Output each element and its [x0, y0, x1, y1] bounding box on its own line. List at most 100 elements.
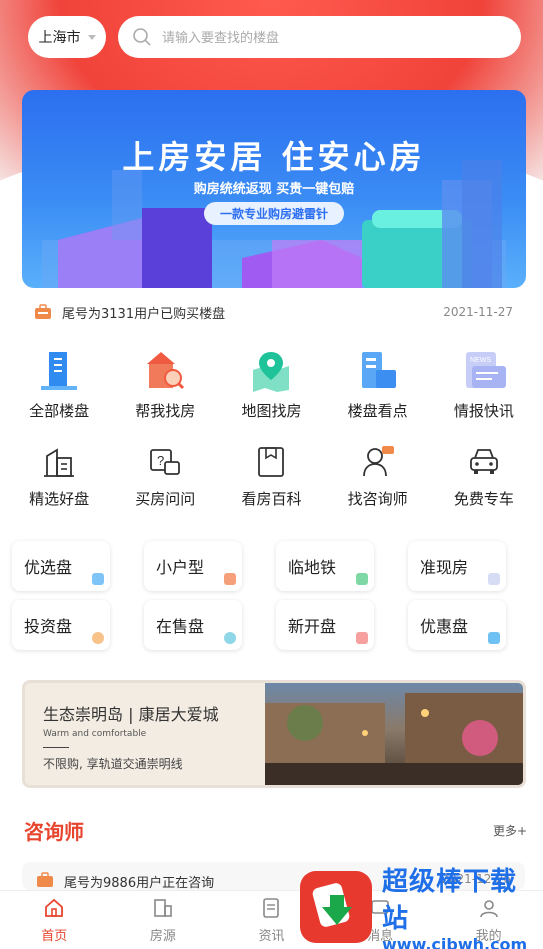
- car-icon: [469, 449, 498, 474]
- tag-label: 小户型: [156, 558, 205, 577]
- menu-label: 全部楼盘: [29, 402, 90, 420]
- menu-label: 买房问问: [135, 490, 196, 508]
- tag-label: 新开盘: [288, 617, 337, 636]
- menu-item-news[interactable]: NEWS 情报快讯: [434, 348, 534, 421]
- discount-house-icon: [488, 632, 500, 644]
- diamond-icon: [92, 573, 104, 585]
- tab-label: 资讯: [258, 928, 285, 944]
- news-icon: NEWS: [465, 352, 506, 388]
- city-selector[interactable]: 上海市: [28, 16, 106, 58]
- home-icon: [488, 573, 500, 585]
- consultant-icon: [362, 446, 394, 477]
- banner-pill: 一款专业购房避雷针: [203, 202, 345, 225]
- chart-icon: [224, 573, 236, 585]
- promo-banner[interactable]: 上房安居 住安心房 购房统统返现 买贵一键包赔 一款专业购房避雷针: [22, 90, 526, 288]
- menu-item-highlights[interactable]: 楼盘看点: [328, 348, 428, 421]
- section-title: 咨询师: [24, 820, 84, 844]
- selected-building-icon: [44, 448, 75, 477]
- map-pin-icon: [253, 352, 290, 392]
- tag-label: 优惠盘: [420, 617, 469, 636]
- menu-label: 精选好盘: [29, 490, 90, 508]
- document-icon: [263, 897, 280, 918]
- menu-item-free-car[interactable]: 免费专车: [434, 444, 534, 509]
- more-link[interactable]: 更多+: [493, 822, 527, 839]
- buildings-icon: [41, 352, 78, 390]
- tag-ready-house[interactable]: 准现房: [408, 541, 506, 591]
- menu-label: 免费专车: [453, 490, 514, 508]
- search-input[interactable]: [162, 29, 462, 45]
- tag-on-sale[interactable]: 在售盘: [144, 600, 242, 650]
- tag-label: 投资盘: [24, 617, 73, 636]
- tag-label: 在售盘: [156, 617, 205, 636]
- menu-row-1: 全部楼盘 帮我找房 地图找房 楼盘看点 NEWS 情报快讯: [0, 348, 543, 421]
- search-icon: [133, 28, 151, 46]
- building-highlight-icon: [361, 352, 396, 388]
- tags-row-2: 投资盘 在售盘 新开盘 优惠盘: [12, 600, 506, 650]
- download-arrow-icon: [312, 883, 352, 927]
- watermark-url: www.cjbwh.com: [382, 934, 528, 949]
- street-scene-illustration: [265, 693, 523, 785]
- ad-english: Warm and comfortable: [43, 729, 147, 739]
- tag-featured[interactable]: 优选盘: [12, 541, 110, 591]
- city-label: 上海市: [38, 30, 81, 46]
- menu-label: 看房百科: [241, 490, 302, 508]
- briefcase-icon: [37, 872, 53, 887]
- menu-label: 帮我找房: [135, 402, 196, 420]
- chevron-down-icon: [87, 34, 96, 40]
- banner-title: 上房安居 住安心房: [122, 138, 426, 176]
- menu-item-selected[interactable]: 精选好盘: [9, 444, 109, 509]
- briefcase-icon: [35, 304, 51, 319]
- search-box[interactable]: [118, 16, 521, 58]
- svg-text:NEWS: NEWS: [470, 357, 491, 364]
- app-screen: 上海市 上房安居 住安心房 购房统统返现 买贵一键包赔 一款专业购房避雷针 尾号…: [0, 0, 543, 949]
- notice-text: 尾号为3131用户已购买楼盘: [62, 306, 226, 322]
- yen-icon: [224, 632, 236, 644]
- menu-label: 情报快讯: [453, 402, 514, 420]
- purchase-notice[interactable]: 尾号为3131用户已购买楼盘 2021-11-27: [34, 300, 513, 324]
- consultant-section-header: 咨询师 更多+: [24, 816, 527, 845]
- tag-small-unit[interactable]: 小户型: [144, 541, 242, 591]
- search-row: 上海市: [28, 16, 521, 58]
- house-search-icon: [147, 352, 185, 390]
- notice2-text: 尾号为9886用户正在咨询: [64, 876, 215, 890]
- menu-item-wiki[interactable]: 看房百科: [221, 444, 321, 509]
- menu-item-ask[interactable]: ? 买房问问: [115, 444, 215, 509]
- tag-investment[interactable]: 投资盘: [12, 600, 110, 650]
- menu-label: 找咨询师: [347, 490, 408, 508]
- svg-text:?: ?: [157, 453, 164, 468]
- tags-row-1: 优选盘 小户型 临地铁 准现房: [12, 541, 506, 591]
- menu-item-find-house[interactable]: 帮我找房: [115, 348, 215, 421]
- menu-item-map[interactable]: 地图找房: [221, 348, 321, 421]
- question-chat-icon: ?: [150, 449, 181, 475]
- watermark: 超级棒下载站 www.cjbwh.com: [300, 866, 543, 949]
- new-badge-icon: [356, 632, 368, 644]
- book-icon: [258, 447, 285, 477]
- menu-label: 地图找房: [241, 402, 302, 420]
- building-icon: [154, 898, 172, 917]
- ad-headline: 生态崇明岛 | 康居大爱城: [43, 705, 219, 724]
- watermark-name: 超级棒下载站: [382, 866, 518, 934]
- tag-new-open[interactable]: 新开盘: [276, 600, 374, 650]
- ad-divider: [43, 747, 69, 748]
- tag-label: 优选盘: [24, 558, 73, 577]
- tab-label: 房源: [149, 928, 176, 944]
- tab-listings[interactable]: 房源: [123, 897, 203, 944]
- tag-label: 临地铁: [288, 558, 337, 577]
- watermark-logo: [300, 871, 372, 943]
- tag-near-metro[interactable]: 临地铁: [276, 541, 374, 591]
- menu-row-2: 精选好盘 ? 买房问问 看房百科 找咨询师 免费专车: [0, 444, 543, 509]
- tag-label: 准现房: [420, 558, 469, 577]
- menu-item-all-buildings[interactable]: 全部楼盘: [9, 348, 109, 421]
- ad-subtext: 不限购, 享轨道交通崇明线: [43, 757, 183, 771]
- menu-label: 楼盘看点: [347, 402, 408, 420]
- menu-item-consultant[interactable]: 找咨询师: [328, 444, 428, 509]
- tag-discount[interactable]: 优惠盘: [408, 600, 506, 650]
- ad-banner[interactable]: 生态崇明岛 | 康居大爱城 Warm and comfortable 不限购, …: [22, 680, 526, 788]
- home-icon: [45, 898, 64, 917]
- banner-subtitle: 购房统统返现 买贵一键包赔: [193, 182, 355, 197]
- notice-date: 2021-11-27: [443, 305, 513, 319]
- metro-icon: [356, 573, 368, 585]
- tab-home[interactable]: 首页: [14, 897, 94, 944]
- coin-icon: [92, 632, 104, 644]
- tab-label: 首页: [41, 928, 68, 944]
